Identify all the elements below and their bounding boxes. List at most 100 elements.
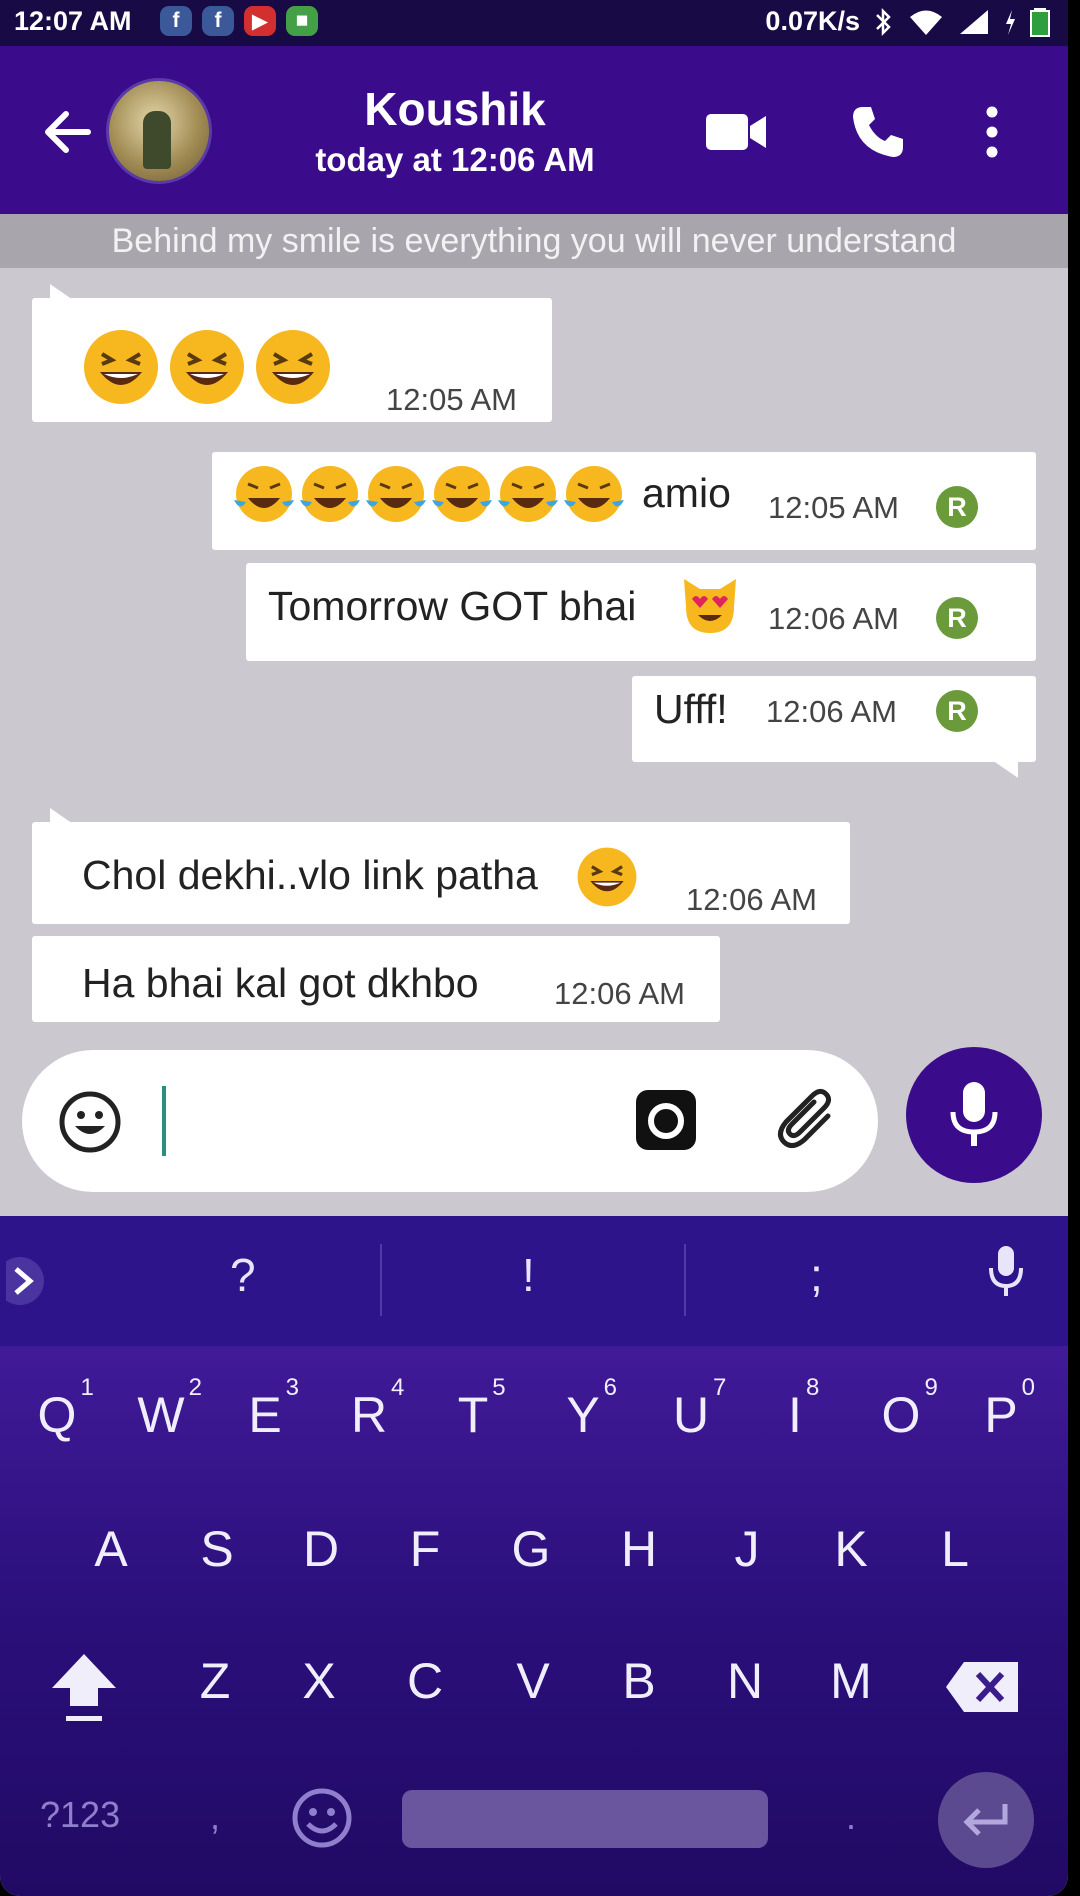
tears-of-joy-emoji-icon [564,466,624,522]
message-timestamp: 12:06 AM [768,601,899,636]
suggestion-item[interactable]: ; [810,1248,823,1302]
message-composer [22,1050,878,1192]
emoji-picker-icon[interactable] [58,1090,122,1154]
tears-of-joy-emoji-icon [300,466,360,522]
key-n[interactable]: N [710,1652,780,1710]
comma-key[interactable]: , [210,1796,220,1838]
message-text: Chol dekhi..vlo link patha [82,852,538,898]
message-outgoing[interactable]: Tomorrow GOT bhai 12:06 AM R [246,563,1036,661]
message-text: Tomorrow GOT bhai [268,583,637,629]
symbols-key[interactable]: ?123 [40,1794,120,1836]
key-l[interactable]: L [920,1520,990,1578]
message-input[interactable] [168,1080,628,1160]
laughing-emoji-icon [577,847,637,907]
key-h[interactable]: H [604,1520,674,1578]
shift-key-icon[interactable] [48,1648,120,1728]
suggestion-strip: ? ! ; [0,1216,1068,1346]
key-s[interactable]: S [182,1520,252,1578]
message-incoming[interactable]: 12:05 AM [32,284,552,422]
attachment-paperclip-icon[interactable] [774,1086,842,1154]
on-screen-keyboard: ? ! ; Q1 W2 E3 R4 T5 Y6 U7 I8 O9 P0 A S … [0,1216,1068,1896]
key-a[interactable]: A [76,1520,146,1578]
status-bar: 12:07 AM f f ▶ ■ 0.07K/s [0,0,1068,46]
microphone-icon [950,1082,998,1146]
enter-key[interactable] [938,1772,1034,1868]
backspace-key-icon[interactable] [944,1660,1020,1714]
wifi-icon [910,10,942,35]
key-z[interactable]: Z [180,1652,250,1710]
message-outgoing[interactable]: amio 12:05 AM R [212,452,1036,550]
voice-input-mic-icon[interactable] [988,1244,1024,1302]
signal-icon [960,9,988,34]
key-w[interactable]: W2 [126,1374,202,1444]
phone-screen: 12:07 AM f f ▶ ■ 0.07K/s Koushik today a… [0,0,1068,1896]
key-m[interactable]: M [816,1652,886,1710]
key-k[interactable]: K [816,1520,886,1578]
key-g[interactable]: G [496,1520,566,1578]
battery-icon [1030,7,1050,37]
key-u[interactable]: U7 [656,1374,726,1444]
voice-call-button[interactable] [840,94,916,170]
phone-icon [853,107,903,157]
laughing-emoji-icon [256,330,330,404]
key-t[interactable]: T5 [438,1374,508,1444]
enter-arrow-icon [963,1804,1008,1836]
key-b[interactable]: B [604,1652,674,1710]
message-outgoing[interactable]: Ufff! 12:06 AM R [632,676,1036,778]
key-i[interactable]: I8 [760,1374,830,1444]
suggestion-item[interactable]: ? [230,1248,256,1302]
message-timestamp: 12:05 AM [768,490,899,525]
chevron-right-icon[interactable] [6,1256,46,1306]
more-options-button[interactable] [964,94,1020,170]
youtube-icon: ▶ [244,6,276,36]
tears-of-joy-emoji-icon [498,466,558,522]
key-y[interactable]: Y6 [548,1374,618,1444]
emoji-key-icon[interactable] [290,1786,354,1850]
tears-of-joy-emoji-icon [234,466,294,522]
voice-message-button[interactable] [906,1047,1042,1183]
read-receipt-badge: R [936,690,978,732]
status-indicators: 0.07K/s [765,6,1050,37]
key-p[interactable]: P0 [966,1374,1036,1444]
contact-status-text: Behind my smile is everything you will n… [0,214,1068,268]
laughing-emoji-icon [170,330,244,404]
key-f[interactable]: F [390,1520,460,1578]
text-cursor [162,1086,166,1156]
laughing-emoji-icon [84,330,158,404]
tears-of-joy-emoji-icon [366,466,426,522]
status-time: 12:07 AM [14,6,132,36]
contact-avatar[interactable] [106,78,212,184]
key-e[interactable]: E3 [230,1374,300,1444]
message-timestamp: 12:06 AM [766,694,897,729]
chat-header: Koushik today at 12:06 AM [0,46,1068,214]
key-o[interactable]: O9 [866,1374,938,1444]
message-incoming[interactable]: Chol dekhi..vlo link patha 12:06 AM [32,808,850,924]
key-j[interactable]: J [712,1520,782,1578]
message-text: amio [642,470,731,516]
tears-of-joy-emoji-icon [432,466,492,522]
key-q[interactable]: Q1 [22,1374,94,1444]
suggestion-item[interactable]: ! [522,1248,535,1302]
video-call-button[interactable] [698,94,774,170]
charging-icon [1006,9,1015,35]
key-v[interactable]: V [498,1652,568,1710]
space-key[interactable] [402,1790,768,1848]
back-arrow-icon[interactable] [38,102,98,162]
message-timestamp: 12:06 AM [686,882,817,917]
period-key[interactable]: . [846,1796,856,1838]
key-x[interactable]: X [284,1652,354,1710]
notification-icons: f f ▶ ■ [160,6,318,36]
camera-icon[interactable] [636,1090,696,1150]
contact-name[interactable]: Koushik [250,82,660,136]
read-receipt-badge: R [936,486,978,528]
key-d[interactable]: D [286,1520,356,1578]
key-c[interactable]: C [390,1652,460,1710]
app-icon: ■ [286,6,318,36]
message-timestamp: 12:05 AM [386,382,517,417]
bluetooth-icon [876,7,891,36]
message-incoming[interactable]: Ha bhai kal got dkhbo 12:06 AM [32,936,720,1022]
key-r[interactable]: R4 [334,1374,404,1444]
last-seen: today at 12:06 AM [315,141,595,178]
message-text: Ufff! [654,686,728,732]
message-timestamp: 12:06 AM [554,976,685,1011]
